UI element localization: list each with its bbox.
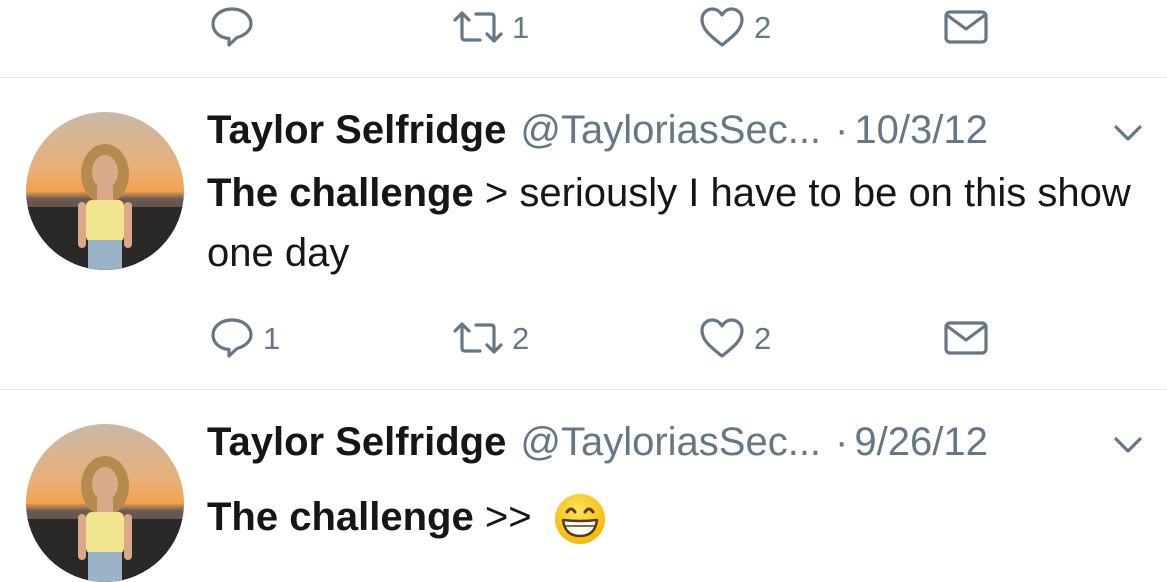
like-button[interactable]: 2 — [698, 308, 771, 368]
retweet-button[interactable]: 2 — [452, 308, 529, 368]
envelope-icon — [944, 321, 988, 355]
tweet-text-bold: The challenge — [207, 495, 474, 539]
chevron-down-icon[interactable] — [1112, 123, 1144, 143]
tweet-date[interactable]: 10/3/12 — [854, 108, 987, 153]
retweet-count: 2 — [512, 320, 530, 356]
tweet-header: Taylor Selfridge @TayloriasSec... · 10/3… — [207, 105, 1157, 155]
reply-button[interactable] — [209, 0, 255, 57]
heart-icon — [700, 318, 744, 358]
display-name[interactable]: Taylor Selfridge — [207, 420, 506, 465]
tweet-actions-top: 1 2 — [0, 0, 1167, 57]
divider — [0, 77, 1167, 78]
retweet-count: 1 — [512, 9, 530, 45]
chevron-down-icon[interactable] — [1112, 435, 1144, 455]
like-count: 2 — [754, 9, 772, 45]
reply-count: 1 — [263, 320, 281, 356]
reply-icon — [211, 318, 253, 358]
tweet-actions: 1 2 2 — [0, 308, 1167, 368]
envelope-icon — [944, 10, 988, 44]
tweet-date[interactable]: 9/26/12 — [854, 420, 987, 465]
tweet-text-bold: The challenge — [207, 171, 474, 215]
separator-dot: · — [835, 107, 849, 152]
message-button[interactable] — [943, 0, 989, 57]
retweet-icon — [453, 322, 503, 354]
tweet-text: The challenge >> — [207, 487, 1147, 547]
tweet-text-rest: >> — [473, 495, 543, 539]
avatar-photo — [26, 424, 184, 582]
separator-dot: · — [835, 419, 849, 464]
tweet-header: Taylor Selfridge @TayloriasSec... · 9/26… — [207, 417, 1157, 467]
message-button[interactable] — [943, 308, 989, 368]
user-handle[interactable]: @TayloriasSec... — [520, 108, 821, 153]
user-handle[interactable]: @TayloriasSec... — [520, 420, 821, 465]
tweet[interactable]: Taylor Selfridge @TayloriasSec... · 9/26… — [0, 417, 1167, 582]
heart-icon — [700, 7, 744, 47]
tweet[interactable]: Taylor Selfridge @TayloriasSec... · 10/3… — [0, 105, 1167, 389]
reply-button[interactable]: 1 — [209, 308, 280, 368]
reply-icon — [211, 7, 253, 47]
avatar-photo — [26, 112, 184, 270]
divider — [0, 389, 1167, 390]
avatar[interactable] — [26, 424, 184, 582]
display-name[interactable]: Taylor Selfridge — [207, 108, 506, 153]
retweet-button[interactable]: 1 — [452, 0, 529, 57]
retweet-icon — [453, 11, 503, 43]
tweet-text: The challenge > seriously I have to be o… — [207, 163, 1147, 283]
grinning-face-emoji-icon — [554, 494, 605, 545]
avatar[interactable] — [26, 112, 184, 270]
like-count: 2 — [754, 320, 772, 356]
like-button[interactable]: 2 — [698, 0, 771, 57]
